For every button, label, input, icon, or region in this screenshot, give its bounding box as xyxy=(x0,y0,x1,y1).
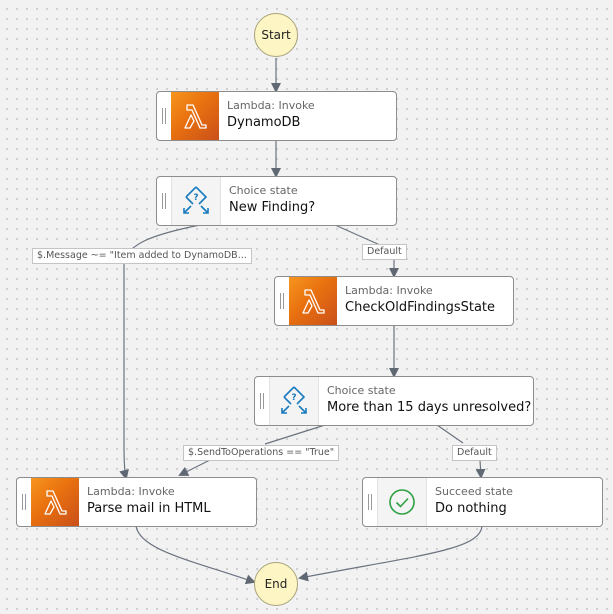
state-dynamodb[interactable]: Lambda: Invoke DynamoDB xyxy=(156,91,397,141)
edge-label-message-condition[interactable]: $.Message ~= "Item added to DynamoDB... xyxy=(32,248,252,264)
svg-text:?: ? xyxy=(193,193,198,203)
choice-icon: ? xyxy=(171,177,221,225)
state-name: New Finding? xyxy=(229,200,316,215)
drag-handle[interactable] xyxy=(157,92,171,140)
state-name: More than 15 days unresolved? xyxy=(327,400,532,415)
drag-handle[interactable] xyxy=(255,377,269,425)
start-label: Start xyxy=(261,28,291,42)
edge-label-default[interactable]: Default xyxy=(452,445,497,461)
state-check-old-findings[interactable]: Lambda: Invoke CheckOldFindingsState xyxy=(274,276,514,326)
state-type: Lambda: Invoke xyxy=(87,485,175,498)
drag-handle[interactable] xyxy=(363,478,377,526)
edge-label-send-to-operations[interactable]: $.SendToOperations == "True" xyxy=(183,445,340,461)
start-node[interactable]: Start xyxy=(254,13,298,57)
check-circle-icon xyxy=(377,478,427,526)
drag-handle[interactable] xyxy=(275,277,289,325)
state-type: Choice state xyxy=(229,184,298,197)
state-parse-mail[interactable]: Lambda: Invoke Parse mail in HTML xyxy=(16,477,257,527)
drag-handle[interactable] xyxy=(157,177,171,225)
state-name: CheckOldFindingsState xyxy=(345,300,496,315)
lambda-icon xyxy=(171,92,219,140)
end-node[interactable]: End xyxy=(254,562,298,606)
drag-handle[interactable] xyxy=(17,478,31,526)
state-type: Succeed state xyxy=(435,485,513,498)
lambda-icon xyxy=(31,478,79,526)
end-label: End xyxy=(264,577,288,591)
state-type: Lambda: Invoke xyxy=(227,99,315,112)
state-type: Lambda: Invoke xyxy=(345,284,433,297)
state-new-finding[interactable]: ? Choice state New Finding? xyxy=(156,176,397,226)
edge-do-nothing-to-end xyxy=(298,525,483,582)
state-name: DynamoDB xyxy=(227,115,301,130)
edge-label-default[interactable]: Default xyxy=(362,244,407,260)
state-type: Choice state xyxy=(327,384,396,397)
lambda-icon xyxy=(289,277,337,325)
state-more-than-15-days[interactable]: ? Choice state More than 15 days unresol… xyxy=(254,376,534,426)
svg-text:?: ? xyxy=(291,393,296,403)
state-name: Do nothing xyxy=(435,501,507,516)
choice-icon: ? xyxy=(269,377,319,425)
state-do-nothing[interactable]: Succeed state Do nothing xyxy=(362,477,603,527)
edge-parse-mail-to-end xyxy=(135,525,256,585)
state-name: Parse mail in HTML xyxy=(87,501,211,516)
